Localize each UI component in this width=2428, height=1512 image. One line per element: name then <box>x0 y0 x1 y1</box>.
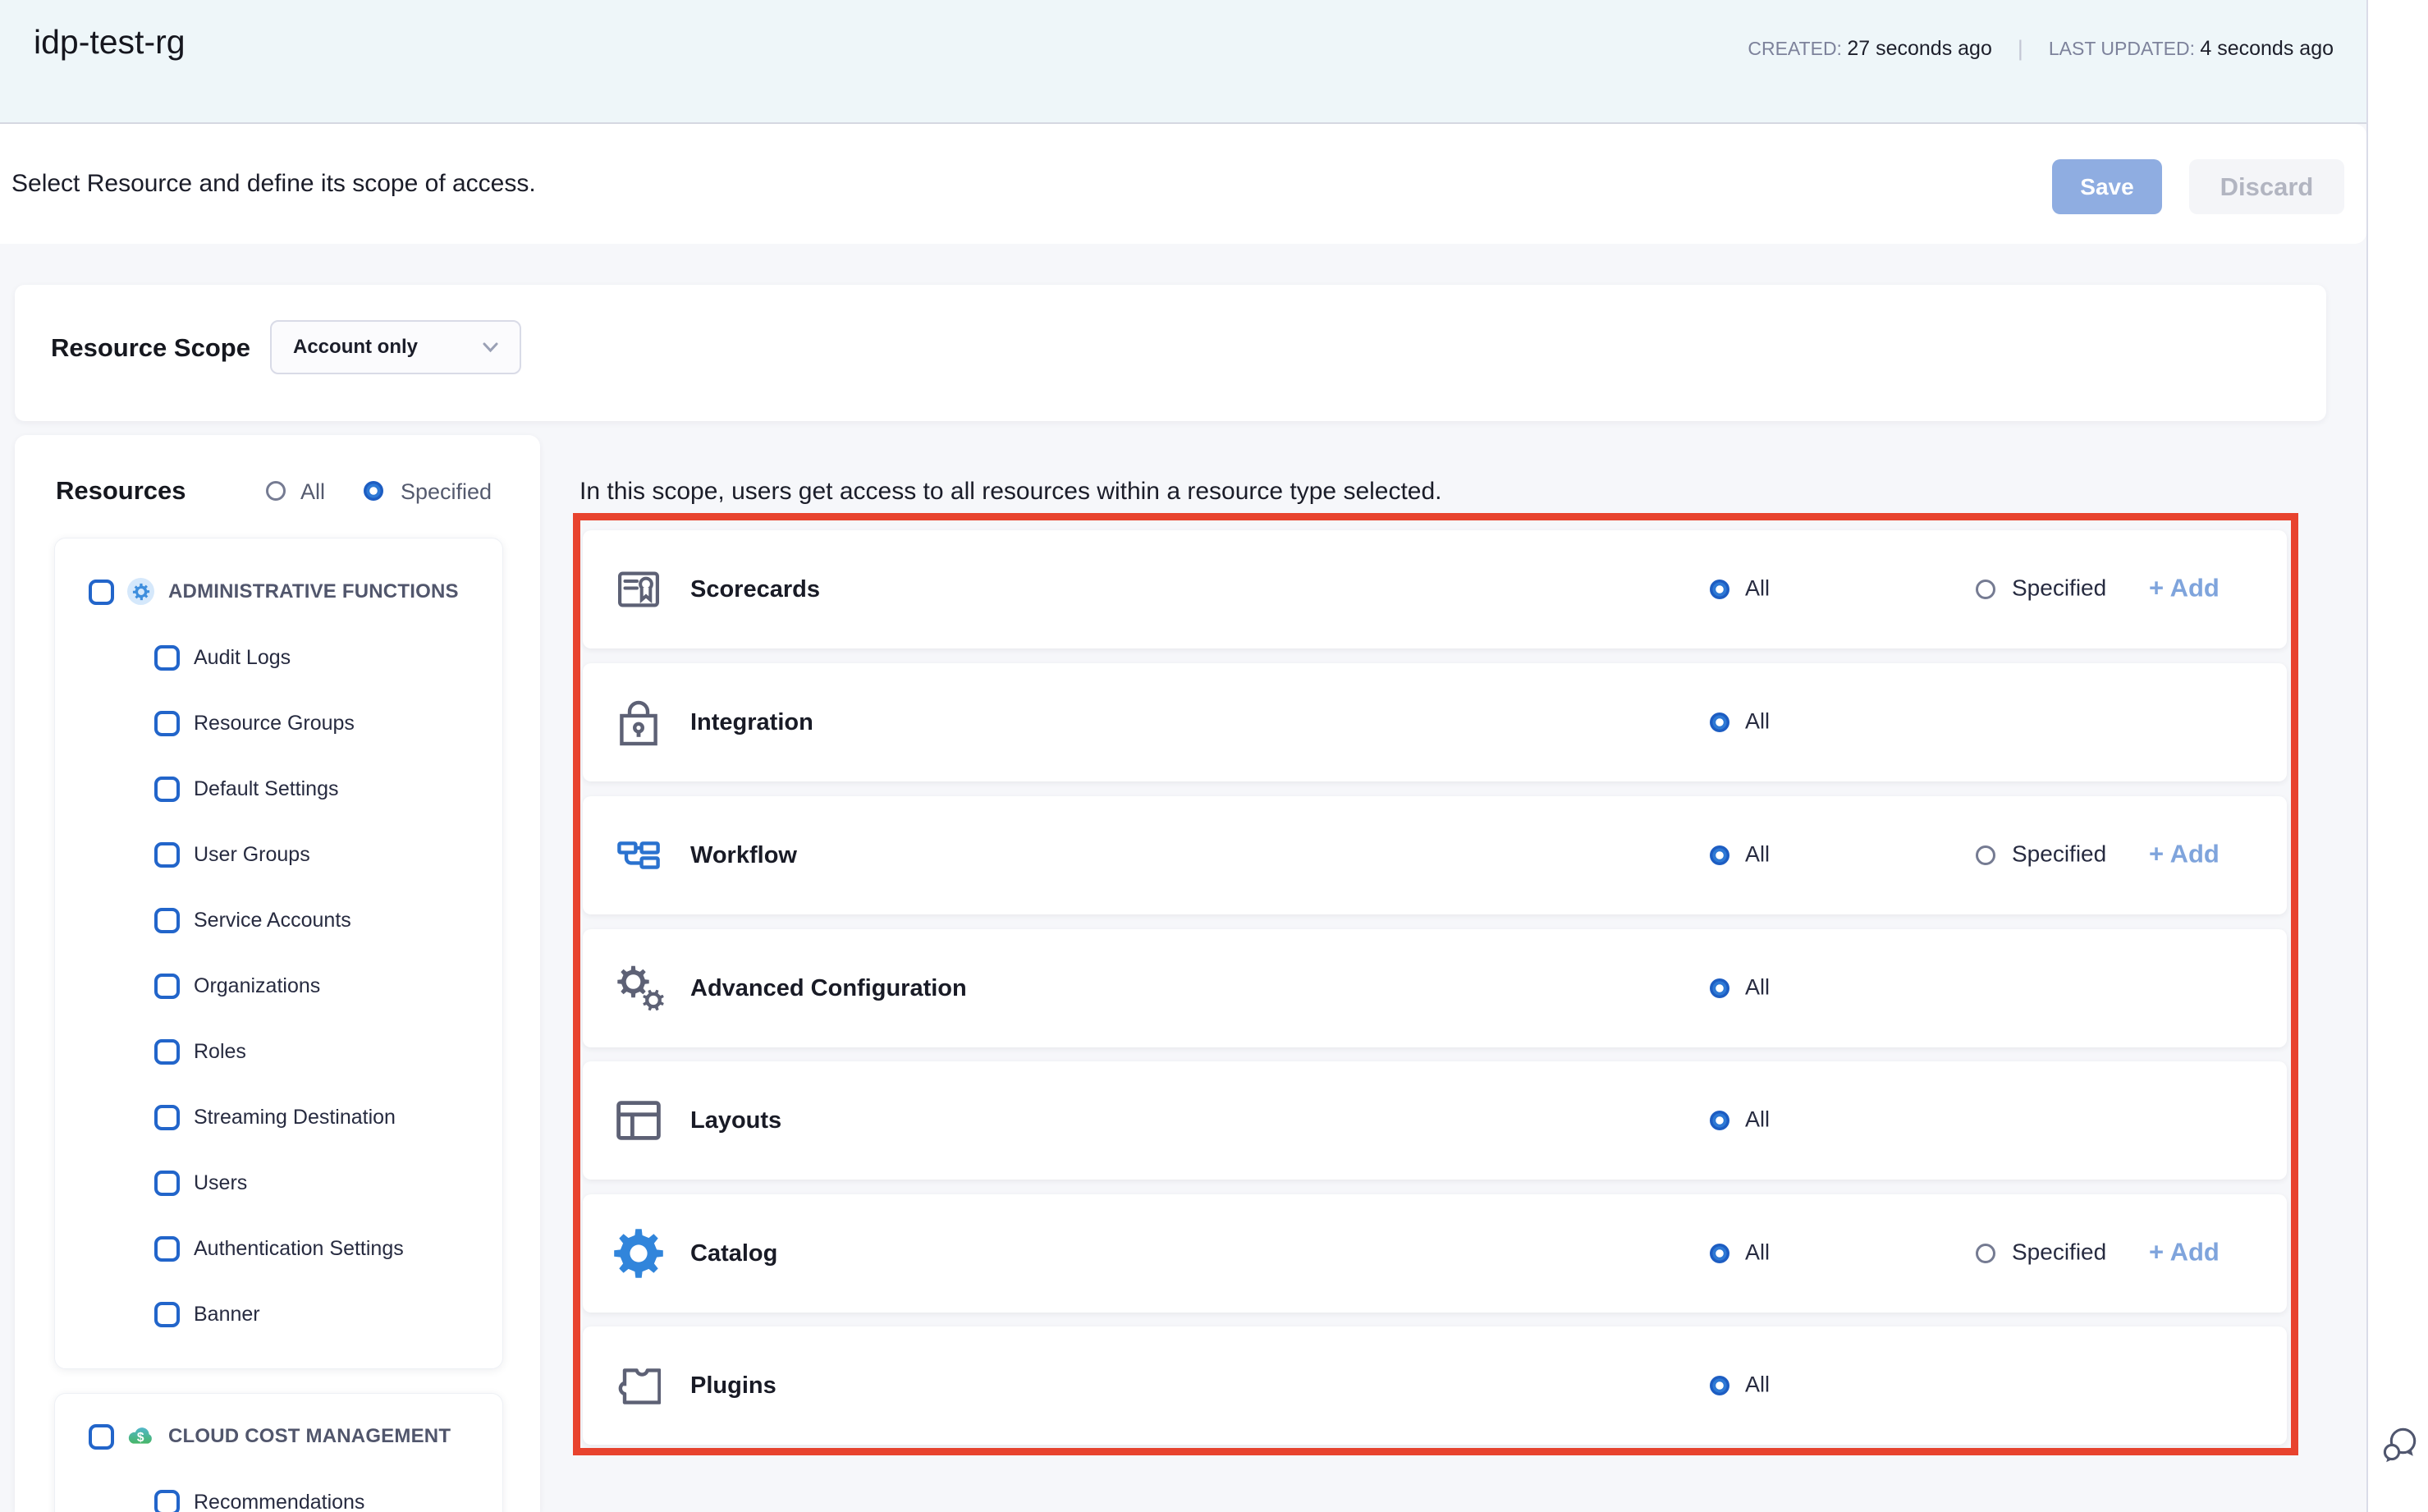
svg-text:$: $ <box>137 1431 144 1445</box>
